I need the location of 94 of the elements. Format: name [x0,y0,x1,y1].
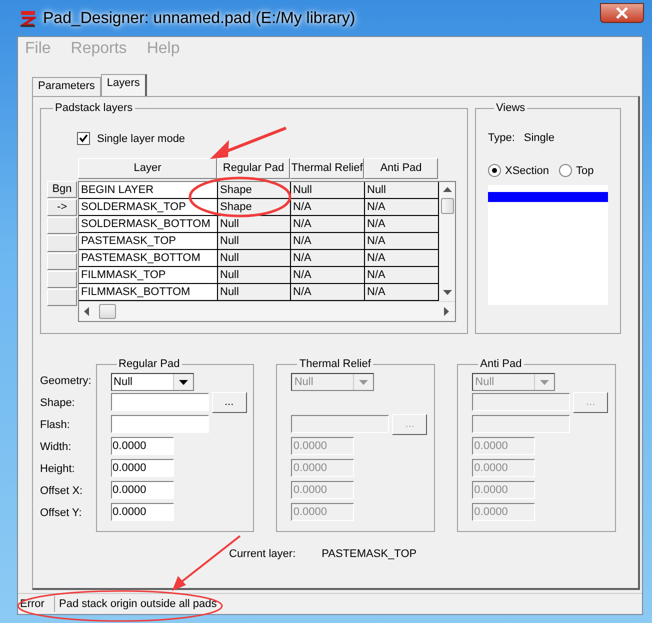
radio-button[interactable] [488,164,501,177]
browse-button: ... [573,392,608,412]
input-field[interactable] [110,415,209,433]
field-label: Width: [40,440,72,455]
radio-label: Top [576,164,594,176]
input-field[interactable]: 0.0000 [110,437,174,455]
close-icon[interactable] [615,7,629,19]
status-level: Error [18,596,55,612]
input-field[interactable] [110,393,209,411]
type-value: Single [524,132,554,144]
input-field: 0.0000 [291,503,354,521]
dropdown-arrow-icon [540,380,550,384]
window-title: Pad_Designer: unnamed.pad (E:/My library) [43,10,356,28]
geometry-dropdown[interactable]: Null [110,373,194,391]
input-field: 0.0000 [291,481,354,499]
table-cell: Null [218,216,291,232]
vertical-scrollbar[interactable] [439,182,455,301]
geometry-dropdown: Null [291,373,374,391]
table-cell: SOLDERMASK_TOP [79,199,218,215]
row-header[interactable] [47,289,77,306]
radio-label: XSection [505,164,550,176]
column-header[interactable]: Anti Pad [364,158,438,179]
horizontal-scrollbar[interactable] [79,301,455,321]
current-layer-value: PASTEMASK_TOP [322,548,417,560]
input-field: 0.0000 [291,459,354,477]
group-title: Thermal Relief [298,358,372,370]
left-arrow-icon[interactable] [84,307,90,316]
input-field: 0.0000 [472,437,536,455]
close-button[interactable] [600,3,644,23]
table-cell: PASTEMASK_TOP [79,233,218,249]
input-field: 0.0000 [472,481,536,499]
radio-button[interactable] [559,164,572,177]
checkbox-label: Single layer mode [97,132,186,144]
current-layer-label: Current layer: [229,548,296,560]
field-label: Offset Y: [40,506,83,521]
column-header[interactable]: Thermal Relief [290,158,364,179]
table-cell: Null [291,182,365,198]
group-title: Padstack layers [54,102,134,114]
scrollbar-thumb[interactable] [440,198,454,214]
check-icon [79,134,88,143]
row-header[interactable] [47,253,77,270]
tab[interactable]: Layers [100,74,147,96]
status-message: Pad stack origin outside all pads [58,598,217,610]
field-label: Offset X: [40,484,84,499]
table-cell: Shape [218,182,291,198]
table-cell: Null [218,284,291,300]
dropdown-arrow-icon[interactable] [178,380,188,384]
table-cell: N/A [291,233,365,249]
table-cell: N/A [291,284,365,300]
table-cell: N/A [291,199,365,215]
group-title: Views [495,102,526,114]
field-label: Height: [40,462,76,477]
table-cell: FILMMASK_TOP [79,267,218,283]
right-arrow-icon[interactable] [444,307,450,316]
table-cell: BEGIN LAYER [79,182,218,198]
table-cell: PASTEMASK_BOTTOM [79,250,218,266]
row-header[interactable] [47,235,77,252]
checkbox[interactable] [77,132,90,145]
input-field[interactable]: 0.0000 [110,481,174,499]
table-cell: Null [218,267,291,283]
tab[interactable]: Parameters [32,77,101,96]
scrollbar-thumb[interactable] [99,304,116,319]
group-title: Anti Pad [479,358,523,370]
column-header[interactable]: Regular Pad [217,158,290,179]
field-label: Flash: [40,418,71,433]
row-header[interactable]: Bgn [47,181,77,198]
type-label: Type: [488,132,515,144]
input-field[interactable]: 0.0000 [110,503,174,521]
table-cell: N/A [291,267,365,283]
table-cell: N/A [291,250,365,266]
row-header[interactable]: -> [47,199,77,216]
row-header[interactable] [47,271,77,288]
table-cell: SOLDERMASK_BOTTOM [79,216,218,232]
dropdown-arrow-icon [359,380,368,384]
row-header[interactable] [47,217,77,234]
table-cell: Shape [218,199,291,215]
table-cell: Null [218,233,291,249]
table-cell: Null [218,250,291,266]
table-cell: FILMMASK_BOTTOM [79,284,218,300]
app-icon [20,10,36,28]
input-field: 0.0000 [472,503,536,521]
input-field: 0.0000 [472,459,536,477]
input-field[interactable]: 0.0000 [110,459,174,477]
browse-button[interactable]: ... [212,392,247,412]
group-title: Regular Pad [118,358,181,370]
field-label: Geometry: [40,374,92,389]
field-label: Shape: [40,396,76,411]
down-arrow-icon[interactable] [442,290,452,296]
up-arrow-icon[interactable] [442,187,452,193]
table-cell: N/A [291,216,365,232]
geometry-dropdown: Null [472,373,556,391]
browse-button: ... [392,414,428,434]
column-header[interactable]: Layer [78,158,217,179]
input-field: 0.0000 [291,437,354,455]
